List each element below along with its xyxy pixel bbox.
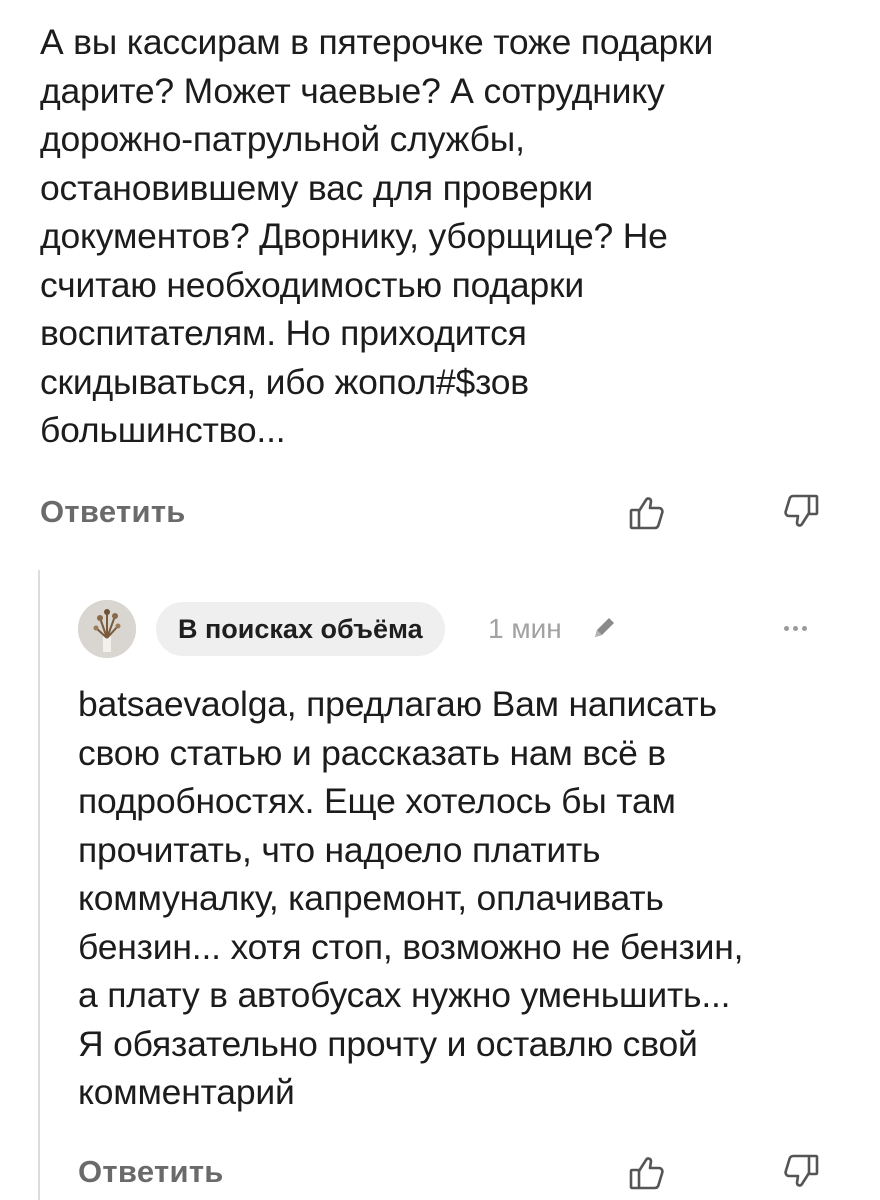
reply-text: batsaevaolga, предлагаю Вам написать сво… [78,684,744,1112]
thumbs-up-icon[interactable] [626,491,668,533]
thumbs-up-icon[interactable] [626,1151,668,1193]
pencil-icon [590,614,618,642]
thumbs-down-icon[interactable] [780,491,822,533]
comment-text: А вы кассирам в пятерочке тоже подарки д… [40,22,714,450]
thread-line [38,570,40,1200]
avatar-image [78,600,136,658]
reply-button[interactable]: Ответить [78,1147,224,1197]
thumbs-down-icon[interactable] [780,1151,822,1193]
reply-actions: Ответить [78,1147,848,1197]
comment-actions: Ответить [40,487,840,537]
comment-time: 1 мин [488,613,562,644]
author-name[interactable]: В поисках объёма [156,602,445,656]
more-dots-icon[interactable] [776,610,816,646]
reply-button[interactable]: Ответить [40,487,186,537]
avatar[interactable] [78,600,136,658]
